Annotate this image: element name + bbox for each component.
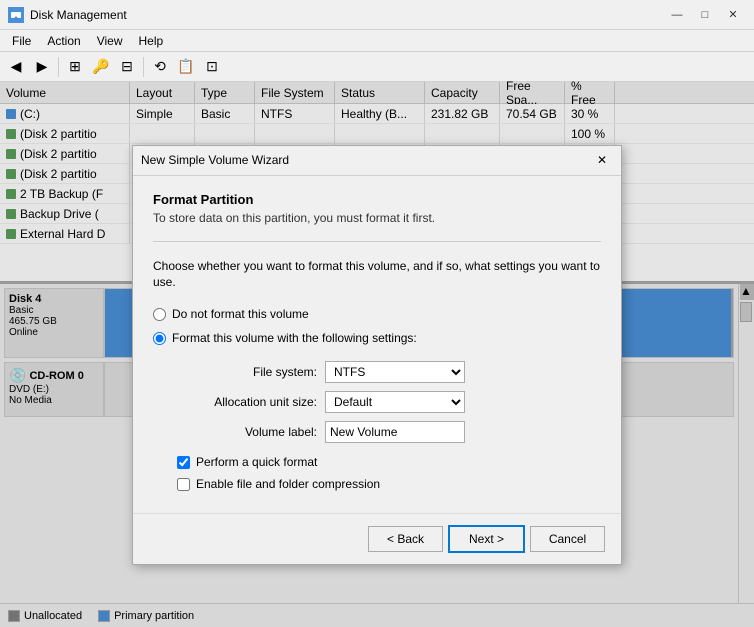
dialog-section-desc: To store data on this partition, you mus… <box>153 211 601 225</box>
quick-format-label: Perform a quick format <box>196 455 317 469</box>
file-system-row: File system: NTFS FAT32 exFAT <box>177 361 601 383</box>
minimize-button[interactable]: — <box>664 5 690 25</box>
toolbar-btn-5[interactable]: 📋 <box>174 55 198 79</box>
radio-format-input[interactable] <box>153 332 166 345</box>
toolbar-btn-4[interactable]: ⟲ <box>148 55 172 79</box>
file-system-label: File system: <box>177 365 317 379</box>
app-title: Disk Management <box>30 8 664 22</box>
cancel-button[interactable]: Cancel <box>530 526 605 552</box>
quick-format-input[interactable] <box>177 456 190 469</box>
separator-1 <box>58 57 59 77</box>
separator-2 <box>143 57 144 77</box>
radio-format[interactable]: Format this volume with the following se… <box>153 331 601 345</box>
dialog-body: Format Partition To store data on this p… <box>133 176 621 513</box>
forward-button[interactable]: ▶ <box>30 55 54 79</box>
compression-checkbox[interactable]: Enable file and folder compression <box>177 477 601 491</box>
close-button[interactable]: ✕ <box>720 5 746 25</box>
back-button[interactable]: ◀ <box>4 55 28 79</box>
menu-help[interactable]: Help <box>131 32 172 50</box>
format-checkboxes: Perform a quick format Enable file and f… <box>177 455 601 491</box>
app-icon <box>8 7 24 23</box>
volume-label-input[interactable] <box>325 421 465 443</box>
allocation-row: Allocation unit size: Default 512 1024 2… <box>177 391 601 413</box>
main-container: Volume Layout Type File System Status Ca… <box>0 82 754 627</box>
toolbar-btn-1[interactable]: ⊞ <box>63 55 87 79</box>
toolbar-btn-3[interactable]: ⊟ <box>115 55 139 79</box>
next-button[interactable]: Next > <box>449 526 524 552</box>
allocation-label: Allocation unit size: <box>177 395 317 409</box>
dialog-overlay: New Simple Volume Wizard ✕ Format Partit… <box>0 82 754 627</box>
volume-label-label: Volume label: <box>177 425 317 439</box>
dialog-instruction: Choose whether you want to format this v… <box>153 258 601 292</box>
menu-file[interactable]: File <box>4 32 39 50</box>
radio-format-label: Format this volume with the following se… <box>172 331 417 345</box>
format-partition-dialog: New Simple Volume Wizard ✕ Format Partit… <box>132 145 622 565</box>
compression-input[interactable] <box>177 478 190 491</box>
dialog-title-bar: New Simple Volume Wizard ✕ <box>133 146 621 176</box>
title-bar: Disk Management — □ ✕ <box>0 0 754 30</box>
radio-no-format[interactable]: Do not format this volume <box>153 307 601 321</box>
menu-view[interactable]: View <box>89 32 131 50</box>
allocation-select[interactable]: Default 512 1024 2048 4096 <box>325 391 465 413</box>
format-radio-group: Do not format this volume Format this vo… <box>153 307 601 345</box>
file-system-select[interactable]: NTFS FAT32 exFAT <box>325 361 465 383</box>
dialog-divider <box>153 241 601 242</box>
radio-no-format-label: Do not format this volume <box>172 307 309 321</box>
dialog-footer: < Back Next > Cancel <box>133 513 621 564</box>
toolbar-btn-6[interactable]: ⊡ <box>200 55 224 79</box>
radio-no-format-input[interactable] <box>153 308 166 321</box>
maximize-button[interactable]: □ <box>692 5 718 25</box>
volume-label-row: Volume label: <box>177 421 601 443</box>
window-controls: — □ ✕ <box>664 5 746 25</box>
toolbar: ◀ ▶ ⊞ 🔑 ⊟ ⟲ 📋 ⊡ <box>0 52 754 82</box>
compression-label: Enable file and folder compression <box>196 477 380 491</box>
dialog-close-button[interactable]: ✕ <box>591 150 613 170</box>
menu-bar: File Action View Help <box>0 30 754 52</box>
toolbar-btn-2[interactable]: 🔑 <box>89 55 113 79</box>
menu-action[interactable]: Action <box>39 32 88 50</box>
quick-format-checkbox[interactable]: Perform a quick format <box>177 455 601 469</box>
format-settings: File system: NTFS FAT32 exFAT Allocation… <box>177 361 601 443</box>
back-button[interactable]: < Back <box>368 526 443 552</box>
dialog-title: New Simple Volume Wizard <box>141 153 591 167</box>
dialog-section-title: Format Partition <box>153 192 601 207</box>
